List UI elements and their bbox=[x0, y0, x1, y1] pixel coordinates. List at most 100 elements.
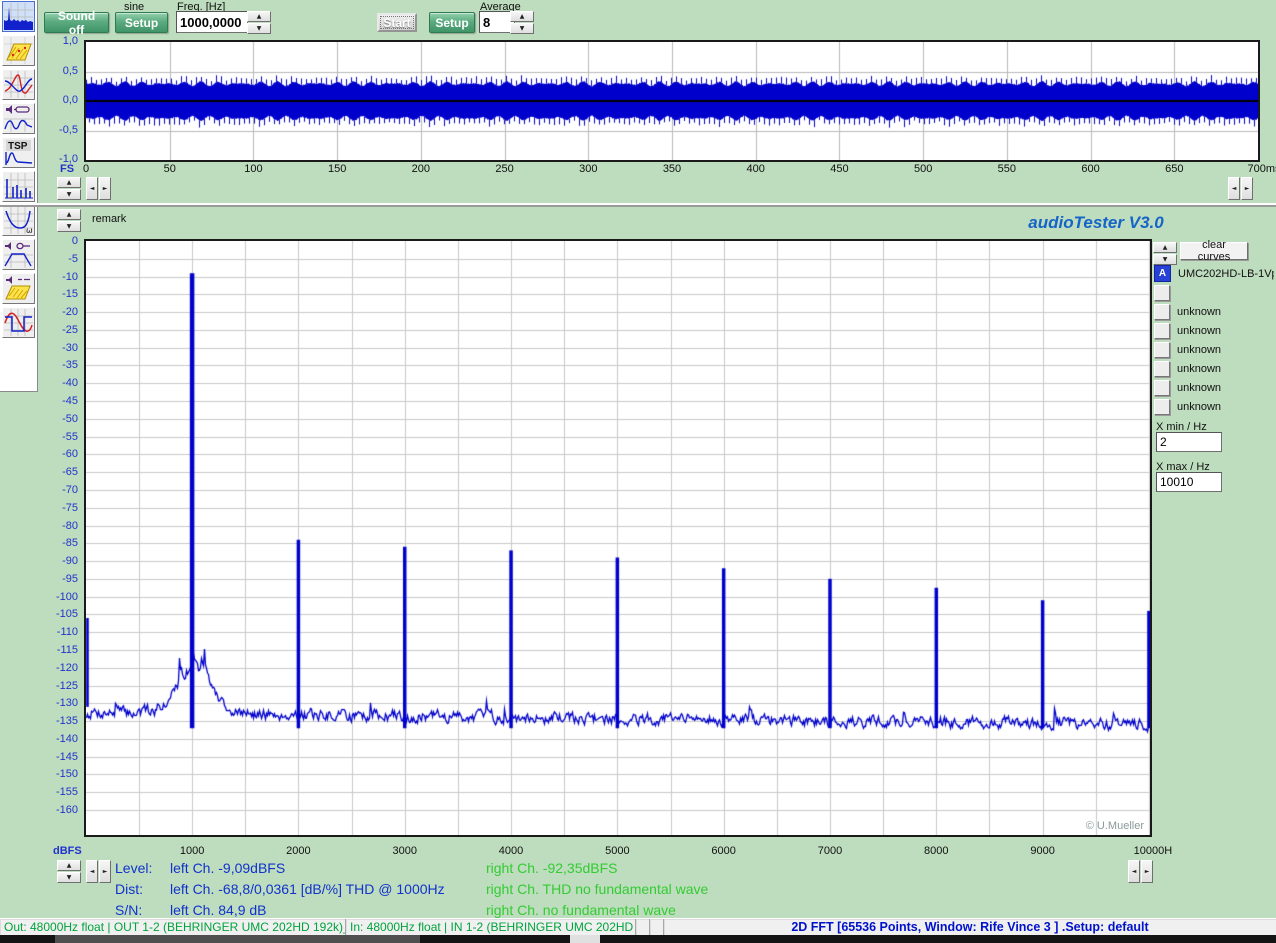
legend-checkbox[interactable] bbox=[1154, 285, 1170, 301]
freq-spin-up-button[interactable]: ▲ bbox=[247, 11, 271, 22]
decay-omega-icon[interactable]: ω bbox=[2, 205, 35, 236]
bottom-edge-strip bbox=[0, 935, 1276, 943]
remark-spin-down-button[interactable]: ▼ bbox=[57, 221, 81, 232]
speaker-waterfall-icon[interactable] bbox=[2, 273, 35, 304]
fft-scale-up-button[interactable]: ▲ bbox=[57, 860, 81, 871]
waterfall-3d-icon[interactable] bbox=[2, 35, 35, 66]
legend-checkbox[interactable] bbox=[1154, 342, 1170, 358]
axis-tick-label: 700ms bbox=[1240, 163, 1276, 175]
wave-scale-up-button[interactable]: ▲ bbox=[57, 177, 81, 188]
fft-scroll-left-button[interactable]: ◄ bbox=[86, 860, 98, 883]
taskbar-segment bbox=[55, 935, 420, 943]
legend-checkbox[interactable] bbox=[1154, 380, 1170, 396]
axis-tick-label: 250 bbox=[481, 163, 529, 175]
tsp-icon[interactable]: TSP bbox=[2, 137, 35, 168]
fft-spectrum-icon[interactable] bbox=[2, 1, 35, 32]
sn-left-value: left Ch. 84,9 dB bbox=[170, 902, 267, 918]
axis-tick-label: 10000H bbox=[1129, 845, 1177, 857]
axis-tick-label: 400 bbox=[732, 163, 780, 175]
start-button[interactable]: Start bbox=[377, 13, 417, 32]
sound-off-button[interactable]: Sound off bbox=[44, 12, 109, 33]
axis-tick-label: -115 bbox=[48, 644, 78, 656]
axis-tick-label: 50 bbox=[146, 163, 194, 175]
axis-tick-label: -5 bbox=[48, 253, 78, 265]
axis-tick-label: 1000 bbox=[168, 845, 216, 857]
legend-curve-key[interactable]: A bbox=[1154, 265, 1171, 282]
axis-tick-label: 200 bbox=[397, 163, 445, 175]
freq-spinner: ▲ ▼ bbox=[247, 11, 271, 34]
legend-spinner: ▲ ▼ bbox=[1153, 242, 1177, 265]
dbfs-axis-label: dBFS bbox=[53, 845, 82, 857]
status-bar: Out: 48000Hz float | OUT 1-2 (BEHRINGER … bbox=[0, 918, 1276, 935]
level-left-value: left Ch. -9,09dBFS bbox=[170, 860, 285, 876]
legend-curve-label: unknown bbox=[1177, 363, 1221, 375]
fft-scroll-right-button[interactable]: ► bbox=[99, 860, 111, 883]
average-spin-up-button[interactable]: ▲ bbox=[510, 11, 534, 22]
legend-checkbox[interactable] bbox=[1154, 304, 1170, 320]
legend-row: unknown bbox=[1154, 302, 1274, 321]
axis-tick-label: 8000 bbox=[912, 845, 960, 857]
legend-curve-label: UMC202HD-LB-1Vp bbox=[1178, 268, 1274, 280]
taskbar-segment-2 bbox=[570, 935, 600, 943]
legend-checkbox[interactable] bbox=[1154, 361, 1170, 377]
axis-tick-label: -10 bbox=[48, 271, 78, 283]
wave-scale-down-button[interactable]: ▼ bbox=[57, 189, 81, 200]
clear-curves-button[interactable]: clear curves bbox=[1180, 242, 1248, 260]
axis-tick-label: -35 bbox=[48, 359, 78, 371]
speaker-mic-icon[interactable] bbox=[2, 239, 35, 270]
tool-sidebar: TSP ω bbox=[0, 0, 38, 392]
axis-tick-label: 0,5 bbox=[48, 65, 78, 77]
wave-scroll-left-button2[interactable]: ◄ bbox=[1228, 177, 1240, 200]
fft-scale-down-button[interactable]: ▼ bbox=[57, 872, 81, 883]
freq-spin-down-button[interactable]: ▼ bbox=[247, 23, 271, 34]
legend-curve-label: unknown bbox=[1177, 325, 1221, 337]
legend-list: A UMC202HD-LB-1Vp unknown unknown unknown unk… bbox=[1154, 264, 1274, 416]
legend-checkbox[interactable] bbox=[1154, 323, 1170, 339]
wave-scroll-left-button[interactable]: ◄ bbox=[86, 177, 98, 200]
remark-spin-up-button[interactable]: ▲ bbox=[57, 209, 81, 220]
legend-spin-up-button[interactable]: ▲ bbox=[1153, 242, 1177, 253]
axis-tick-label: 0,0 bbox=[48, 94, 78, 106]
status-empty-cell-1 bbox=[636, 919, 650, 935]
axis-tick-label: 4000 bbox=[487, 845, 535, 857]
axis-tick-label: 1,0 bbox=[48, 35, 78, 47]
axis-tick-label: -15 bbox=[48, 288, 78, 300]
impedance-icon[interactable] bbox=[2, 103, 35, 134]
axis-tick-label: 150 bbox=[313, 163, 361, 175]
wave-scroll-right-button2[interactable]: ► bbox=[1241, 177, 1253, 200]
fft-scroll-left-button2[interactable]: ◄ bbox=[1128, 860, 1140, 883]
legend-row: unknown bbox=[1154, 397, 1274, 416]
frequency-response-icon[interactable] bbox=[2, 69, 35, 100]
axis-tick-label: -110 bbox=[48, 626, 78, 638]
analyzer-setup-button[interactable]: Setup bbox=[429, 12, 475, 33]
average-spin-down-button[interactable]: ▼ bbox=[510, 23, 534, 34]
distortion-spectrum-icon[interactable] bbox=[2, 171, 35, 202]
copyright-note: © U.Mueller bbox=[1086, 820, 1144, 832]
legend-row: A UMC202HD-LB-1Vp bbox=[1154, 264, 1274, 283]
axis-tick-label: -95 bbox=[48, 573, 78, 585]
generator-setup-button[interactable]: Setup bbox=[115, 12, 168, 33]
status-input-device: In: 48000Hz float | IN 1-2 (BEHRINGER UM… bbox=[346, 919, 636, 935]
axis-tick-label: 300 bbox=[564, 163, 612, 175]
fft-scroll-left-pair: ◄ ► bbox=[86, 860, 111, 883]
axis-tick-label: -85 bbox=[48, 537, 78, 549]
legend-curve-label: unknown bbox=[1177, 306, 1221, 318]
remark-label: remark bbox=[92, 213, 126, 225]
xmin-input[interactable]: 2 bbox=[1156, 432, 1222, 452]
legend-row bbox=[1154, 283, 1274, 302]
axis-tick-label: -160 bbox=[48, 804, 78, 816]
axis-tick-label: -0,5 bbox=[48, 124, 78, 136]
axis-tick-label: -60 bbox=[48, 448, 78, 460]
freq-input[interactable]: 1000,0000 bbox=[176, 11, 248, 33]
axis-tick-label: 450 bbox=[815, 163, 863, 175]
section-divider bbox=[0, 203, 1276, 207]
legend-checkbox[interactable] bbox=[1154, 399, 1170, 415]
square-wave-icon[interactable] bbox=[2, 307, 35, 338]
fft-scroll-right-button2[interactable]: ► bbox=[1141, 860, 1153, 883]
xmax-input[interactable]: 10010 bbox=[1156, 472, 1222, 492]
axis-tick-label: 3000 bbox=[381, 845, 429, 857]
axis-tick-label: -20 bbox=[48, 306, 78, 318]
axis-tick-label: 6000 bbox=[700, 845, 748, 857]
axis-tick-label: 2000 bbox=[274, 845, 322, 857]
wave-scroll-right-button[interactable]: ► bbox=[99, 177, 111, 200]
